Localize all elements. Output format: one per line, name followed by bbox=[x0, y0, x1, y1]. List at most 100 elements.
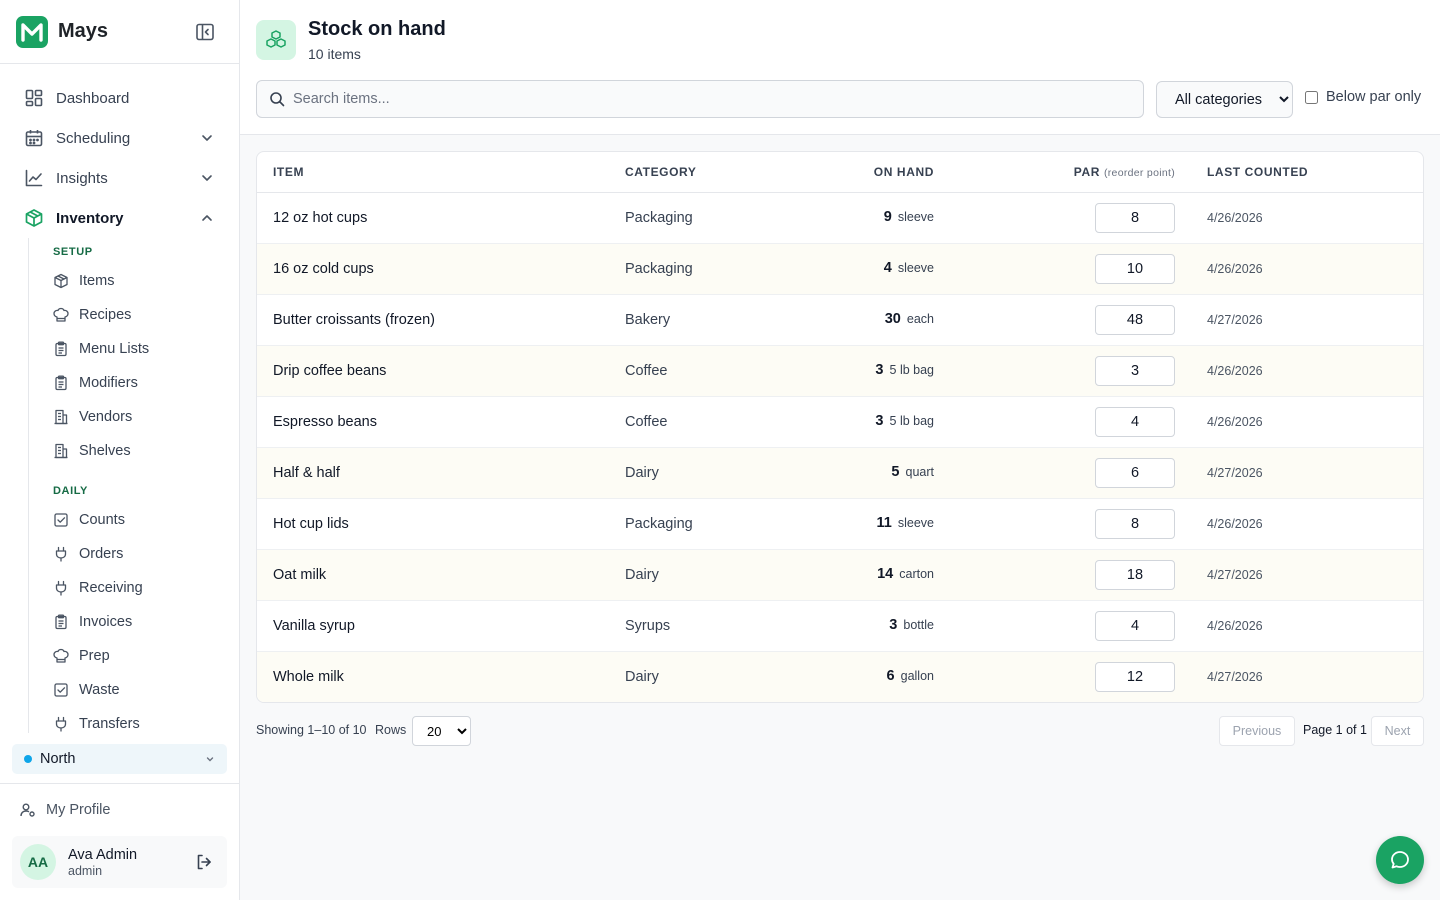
sidebar-item-prep[interactable]: Prep bbox=[29, 639, 228, 673]
par-input[interactable]: 4 bbox=[1095, 611, 1175, 641]
on-hand-unit: 5 lb bag bbox=[889, 363, 934, 377]
logout-icon[interactable] bbox=[195, 853, 213, 871]
chef-hat-icon bbox=[53, 307, 69, 323]
below-par-checkbox[interactable] bbox=[1305, 90, 1318, 104]
table-row[interactable]: Oat milk Dairy 14 carton 18 4/27/2026 bbox=[257, 550, 1423, 601]
on-hand-qty: 3 bbox=[889, 617, 898, 633]
store-name: North bbox=[40, 751, 76, 767]
par-input[interactable]: 18 bbox=[1095, 560, 1175, 590]
nav-item-dashboard[interactable]: Dashboard bbox=[12, 78, 227, 118]
user-role: admin bbox=[68, 863, 103, 878]
table-row[interactable]: Butter croissants (frozen) Bakery 30 each 4… bbox=[257, 295, 1423, 346]
on-hand: 30 each bbox=[885, 311, 934, 327]
nav-item-scheduling[interactable]: Scheduling bbox=[12, 118, 227, 158]
sidebar-item-menu-lists[interactable]: Menu Lists bbox=[29, 332, 228, 366]
page-title: Stock on hand bbox=[308, 18, 446, 40]
clipboard-icon bbox=[53, 614, 69, 630]
check-square-icon bbox=[53, 682, 69, 698]
grid-icon bbox=[24, 88, 44, 108]
next-page-button[interactable]: Next bbox=[1371, 716, 1424, 746]
nav-item-insights[interactable]: Insights bbox=[12, 158, 227, 198]
last-counted-date: 4/26/2026 bbox=[1207, 364, 1263, 378]
search-icon bbox=[269, 91, 285, 107]
nav-item-inventory[interactable]: Inventory bbox=[12, 198, 227, 238]
chevron-up-icon bbox=[199, 210, 215, 226]
sidebar-item-label: Modifiers bbox=[79, 375, 138, 391]
sidebar-item-recipes[interactable]: Recipes bbox=[29, 298, 228, 332]
item-category: Dairy bbox=[625, 465, 659, 481]
sidebar-item-vendors[interactable]: Vendors bbox=[29, 400, 228, 434]
par-input[interactable]: 8 bbox=[1095, 203, 1175, 233]
table-row[interactable]: Drip coffee beans Coffee 3 5 lb bag 3 4/26/2… bbox=[257, 346, 1423, 397]
sidebar-item-orders[interactable]: Orders bbox=[29, 537, 228, 571]
section-label-daily: DAILY bbox=[53, 485, 88, 497]
sidebar-item-invoices[interactable]: Invoices bbox=[29, 605, 228, 639]
on-hand: 5 quart bbox=[891, 464, 934, 480]
category-select[interactable]: All categories bbox=[1156, 81, 1293, 118]
box-icon bbox=[24, 208, 44, 228]
sidebar-item-items[interactable]: Items bbox=[29, 264, 228, 298]
app-name: Mays bbox=[58, 20, 109, 42]
col-category[interactable]: CATEGORY bbox=[625, 165, 696, 179]
col-last-counted[interactable]: LAST COUNTED bbox=[1207, 165, 1308, 179]
table-row[interactable]: Vanilla syrup Syrups 3 bottle 4 4/26/2026 bbox=[257, 601, 1423, 652]
sidebar-item-counts[interactable]: Counts bbox=[29, 503, 228, 537]
sidebar-item-modifiers[interactable]: Modifiers bbox=[29, 366, 228, 400]
par-input[interactable]: 3 bbox=[1095, 356, 1175, 386]
my-profile-link[interactable]: My Profile bbox=[20, 802, 110, 818]
table-row[interactable]: Half & half Dairy 5 quart 6 4/27/2026 bbox=[257, 448, 1423, 499]
sidebar: Mays Dashboard Scheduling Insights Inven… bbox=[0, 0, 240, 900]
sidebar-item-transfers[interactable]: Transfers bbox=[29, 707, 228, 733]
table-row[interactable]: Hot cup lids Packaging 11 sleeve 8 4/26/2026 bbox=[257, 499, 1423, 550]
nav-item-label: Insights bbox=[56, 169, 108, 187]
par-input[interactable]: 12 bbox=[1095, 662, 1175, 692]
col-par[interactable]: PAR (reorder point) bbox=[1074, 165, 1175, 179]
par-input[interactable]: 10 bbox=[1095, 254, 1175, 284]
table-row[interactable]: Whole milk Dairy 6 gallon 12 4/27/2026 bbox=[257, 652, 1423, 702]
par-input[interactable]: 4 bbox=[1095, 407, 1175, 437]
col-par-note: (reorder point) bbox=[1103, 167, 1175, 179]
sidebar-item-label: Orders bbox=[79, 546, 124, 562]
search-input[interactable] bbox=[293, 91, 1131, 107]
chef-hat-icon bbox=[53, 648, 69, 664]
table-body: 12 oz hot cups Packaging 9 sleeve 8 4/26/202… bbox=[257, 193, 1423, 702]
chat-button[interactable] bbox=[1376, 836, 1424, 884]
on-hand: 4 sleeve bbox=[884, 260, 934, 276]
item-name: Drip coffee beans bbox=[273, 363, 387, 379]
plug-icon bbox=[53, 546, 69, 562]
on-hand: 3 bottle bbox=[889, 617, 934, 633]
table-row[interactable]: 12 oz hot cups Packaging 9 sleeve 8 4/26/202… bbox=[257, 193, 1423, 244]
plug-icon bbox=[53, 580, 69, 596]
on-hand: 3 5 lb bag bbox=[875, 413, 934, 429]
item-category: Packaging bbox=[625, 261, 693, 277]
table-row[interactable]: 16 oz cold cups Packaging 4 sleeve 10 4/26/2… bbox=[257, 244, 1423, 295]
store-selector[interactable]: North bbox=[12, 744, 227, 774]
sidebar-item-label: Items bbox=[79, 273, 115, 289]
par-input[interactable]: 8 bbox=[1095, 509, 1175, 539]
collapse-sidebar-icon[interactable] bbox=[195, 22, 215, 42]
par-input[interactable]: 6 bbox=[1095, 458, 1175, 488]
sidebar-item-shelves[interactable]: Shelves bbox=[29, 434, 228, 468]
sidebar-item-receiving[interactable]: Receiving bbox=[29, 571, 228, 605]
clipboard-icon bbox=[53, 341, 69, 357]
user-meta: Ava Admin admin bbox=[68, 847, 137, 878]
item-name: Espresso beans bbox=[273, 414, 377, 430]
on-hand-qty: 5 bbox=[891, 464, 900, 480]
nav-item-label: Inventory bbox=[56, 209, 124, 227]
par-input[interactable]: 48 bbox=[1095, 305, 1175, 335]
item-name: 12 oz hot cups bbox=[273, 210, 368, 226]
sidebar-item-waste[interactable]: Waste bbox=[29, 673, 228, 707]
item-count: 10 items bbox=[308, 46, 361, 62]
previous-page-button[interactable]: Previous bbox=[1219, 716, 1295, 746]
showing-text: Showing 1–10 of 10 bbox=[256, 723, 367, 737]
below-par-toggle[interactable]: Below par only bbox=[1305, 89, 1421, 105]
col-on-hand[interactable]: ON HAND bbox=[874, 165, 934, 179]
calendar-icon bbox=[24, 128, 44, 148]
nav-item-label: Scheduling bbox=[56, 129, 131, 147]
brand-logo-icon[interactable] bbox=[16, 15, 48, 48]
item-category: Bakery bbox=[625, 312, 671, 328]
search-field[interactable] bbox=[256, 80, 1144, 118]
rows-per-page-select[interactable]: 20 bbox=[412, 716, 471, 746]
table-row[interactable]: Espresso beans Coffee 3 5 lb bag 4 4/26/2026 bbox=[257, 397, 1423, 448]
col-item[interactable]: ITEM bbox=[273, 165, 304, 179]
